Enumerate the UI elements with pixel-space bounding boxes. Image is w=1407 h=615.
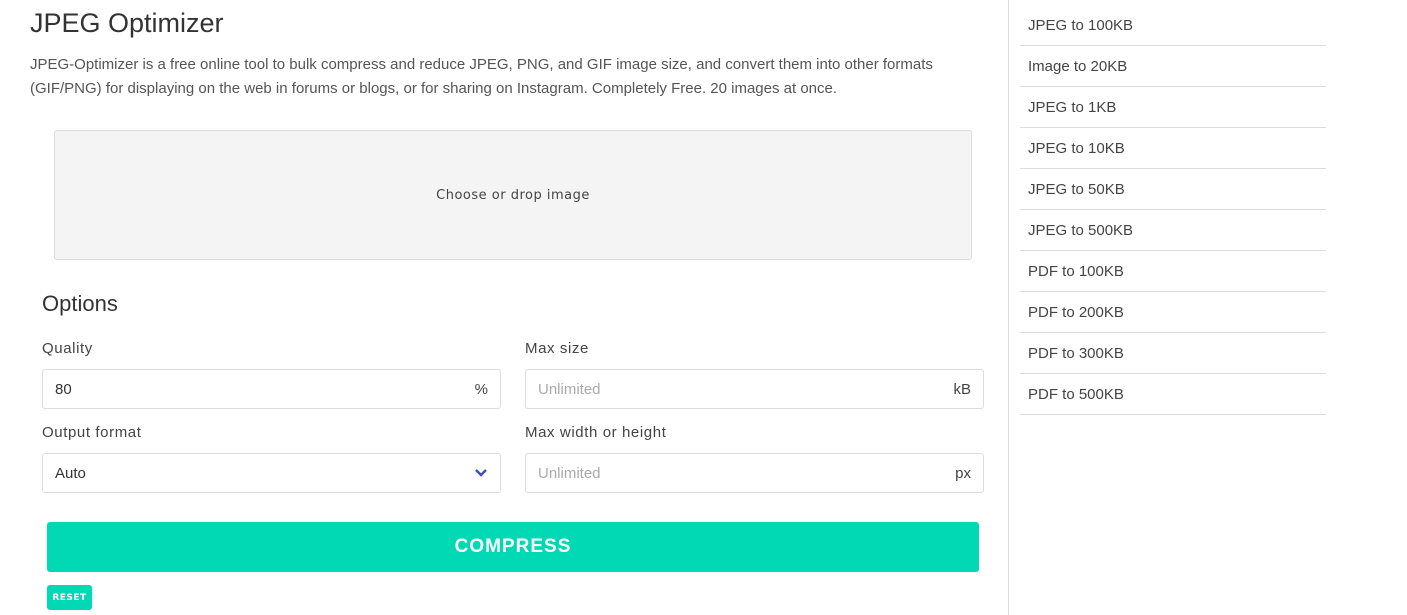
sidebar-link[interactable]: JPEG to 10KB: [1020, 128, 1326, 169]
output-format-value: Auto: [55, 464, 86, 482]
sidebar: JPEG to 100KB Image to 20KB JPEG to 1KB …: [1020, 5, 1326, 415]
quality-unit: %: [474, 380, 488, 398]
sidebar-link[interactable]: PDF to 500KB: [1020, 374, 1326, 415]
max-size-placeholder: Unlimited: [538, 380, 601, 398]
sidebar-link[interactable]: PDF to 300KB: [1020, 333, 1326, 374]
dropzone-label: Choose or drop image: [436, 187, 590, 203]
quality-value: 80: [55, 380, 72, 398]
max-dimension-unit: px: [955, 464, 971, 482]
max-size-unit: kB: [953, 380, 971, 398]
max-dimension-input[interactable]: Unlimited px: [525, 453, 984, 493]
output-format-select[interactable]: Auto: [42, 453, 501, 493]
reset-button[interactable]: RESET: [47, 585, 92, 610]
sidebar-link[interactable]: PDF to 200KB: [1020, 292, 1326, 333]
image-dropzone[interactable]: Choose or drop image: [54, 130, 972, 260]
max-size-input[interactable]: Unlimited kB: [525, 369, 984, 409]
sidebar-link[interactable]: PDF to 100KB: [1020, 251, 1326, 292]
quality-label: Quality: [42, 340, 93, 357]
sidebar-link[interactable]: JPEG to 1KB: [1020, 87, 1326, 128]
sidebar-divider: [1008, 0, 1009, 615]
compress-button[interactable]: COMPRESS: [47, 522, 979, 572]
max-dimension-label: Max width or height: [525, 424, 667, 441]
page-description: JPEG-Optimizer is a free online tool to …: [30, 56, 933, 97]
sidebar-link[interactable]: JPEG to 100KB: [1020, 5, 1326, 46]
sidebar-link[interactable]: Image to 20KB: [1020, 46, 1326, 87]
chevron-down-icon: [474, 465, 488, 482]
max-size-label: Max size: [525, 340, 589, 357]
sidebar-link[interactable]: JPEG to 50KB: [1020, 169, 1326, 210]
options-heading: Options: [42, 291, 118, 316]
output-format-label: Output format: [42, 424, 142, 441]
max-dimension-placeholder: Unlimited: [538, 464, 601, 482]
page-title: JPEG Optimizer: [30, 8, 224, 38]
quality-input[interactable]: 80 %: [42, 369, 501, 409]
sidebar-link[interactable]: JPEG to 500KB: [1020, 210, 1326, 251]
